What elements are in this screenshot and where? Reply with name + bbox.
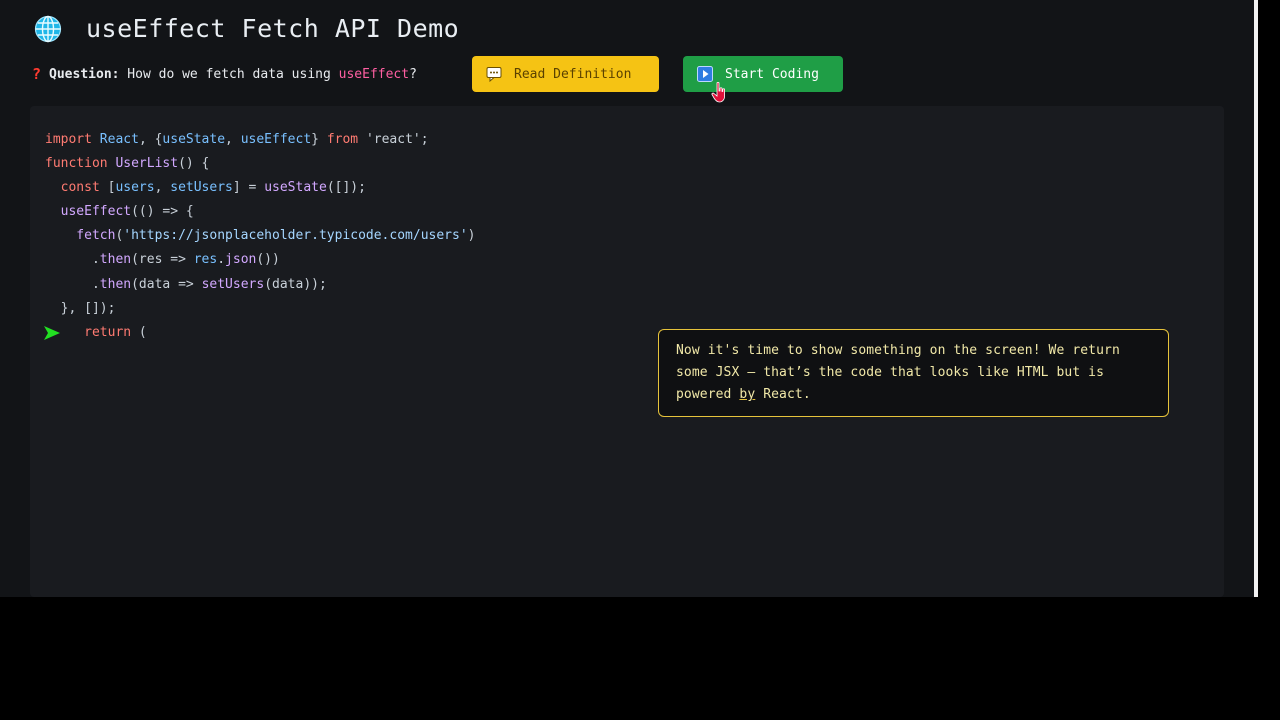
explanation-tooltip: Now it's time to show something on the s… [658,329,1169,417]
code-token: fetch [45,228,116,244]
tooltip-text-end: React. [755,387,811,402]
question-label: Question: [49,66,120,82]
code-token: , [225,132,241,147]
code-token: then [99,276,132,292]
code-token: useState [162,132,226,147]
question-end: ? [409,66,417,82]
code-token: (res => [131,252,194,268]
code-token: ; [420,132,429,147]
code-token: function [45,156,116,172]
code-token: }, []); [45,300,116,316]
code-token: ()) [256,252,280,268]
code-line: }, []); [45,297,475,321]
code-line: useEffect(() => { [45,200,475,224]
play-arrow-icon [44,326,60,340]
code-token: ( [138,324,147,340]
question-body: How do we fetch data using [119,66,339,82]
code-token: ] = [232,180,265,196]
code-block: import React, {useState, useEffect} from… [45,128,475,345]
code-token: (data)); [264,276,327,292]
code-token: setUsers [170,180,233,196]
code-line: const [users, setUsers] = useState([]); [45,176,475,200]
code-token: (() => { [131,204,194,220]
code-line: fetch('https://jsonplaceholder.typicode.… [45,224,475,248]
code-token: , [154,180,171,196]
read-definition-button[interactable]: Read Definition [472,56,659,92]
code-token: users [115,180,155,196]
code-token: () { [178,156,210,172]
code-token: . [217,252,226,268]
mouse-cursor-icon [711,82,725,103]
header: useEffect Fetch API Demo [34,14,459,43]
code-token: React [99,132,139,147]
tooltip-underlined-word: by [739,387,756,402]
code-line: .then(data => setUsers(data)); [45,273,475,297]
code-token: 'react' [365,132,421,147]
speech-bubble-icon [486,67,502,82]
code-token: import [45,132,100,147]
page-title: useEffect Fetch API Demo [86,14,460,43]
question-row: ? Question: How do we fetch data using u… [32,56,417,92]
start-coding-button[interactable]: Start Coding [683,56,843,92]
code-token: useEffect [45,204,132,220]
code-token: const [45,180,108,196]
code-token: res [193,252,218,268]
read-definition-label: Read Definition [514,66,632,82]
code-token: json [225,252,257,268]
code-token: . [45,252,100,268]
code-token: useState [264,180,327,196]
code-token: (data => [131,276,202,292]
code-line: function UserList() { [45,152,475,176]
start-coding-label: Start Coding [725,66,819,82]
play-icon [697,66,713,82]
code-token: , { [138,132,163,147]
code-token: then [99,252,132,268]
code-token: from [326,132,366,147]
question-text: Question: How do we fetch data using use… [49,67,417,82]
code-token: . [45,276,100,292]
code-token: UserList [115,156,179,172]
globe-icon [34,15,62,42]
code-token: ([]); [326,180,366,196]
code-token: useEffect [240,132,312,147]
scrollbar[interactable] [1254,0,1258,597]
app-window: useEffect Fetch API Demo ? Question: How… [0,0,1254,597]
code-token: } [311,132,327,147]
code-line: import React, {useState, useEffect} from… [45,128,475,152]
code-line: .then(res => res.json()) [45,248,475,272]
question-mark-icon: ? [32,65,42,83]
code-line: return ( [45,321,475,345]
question-highlight: useEffect [338,66,410,82]
code-token: 'https://jsonplaceholder.typicode.com/us… [123,228,468,244]
code-token: ) [467,228,476,244]
code-token: setUsers [201,276,265,292]
